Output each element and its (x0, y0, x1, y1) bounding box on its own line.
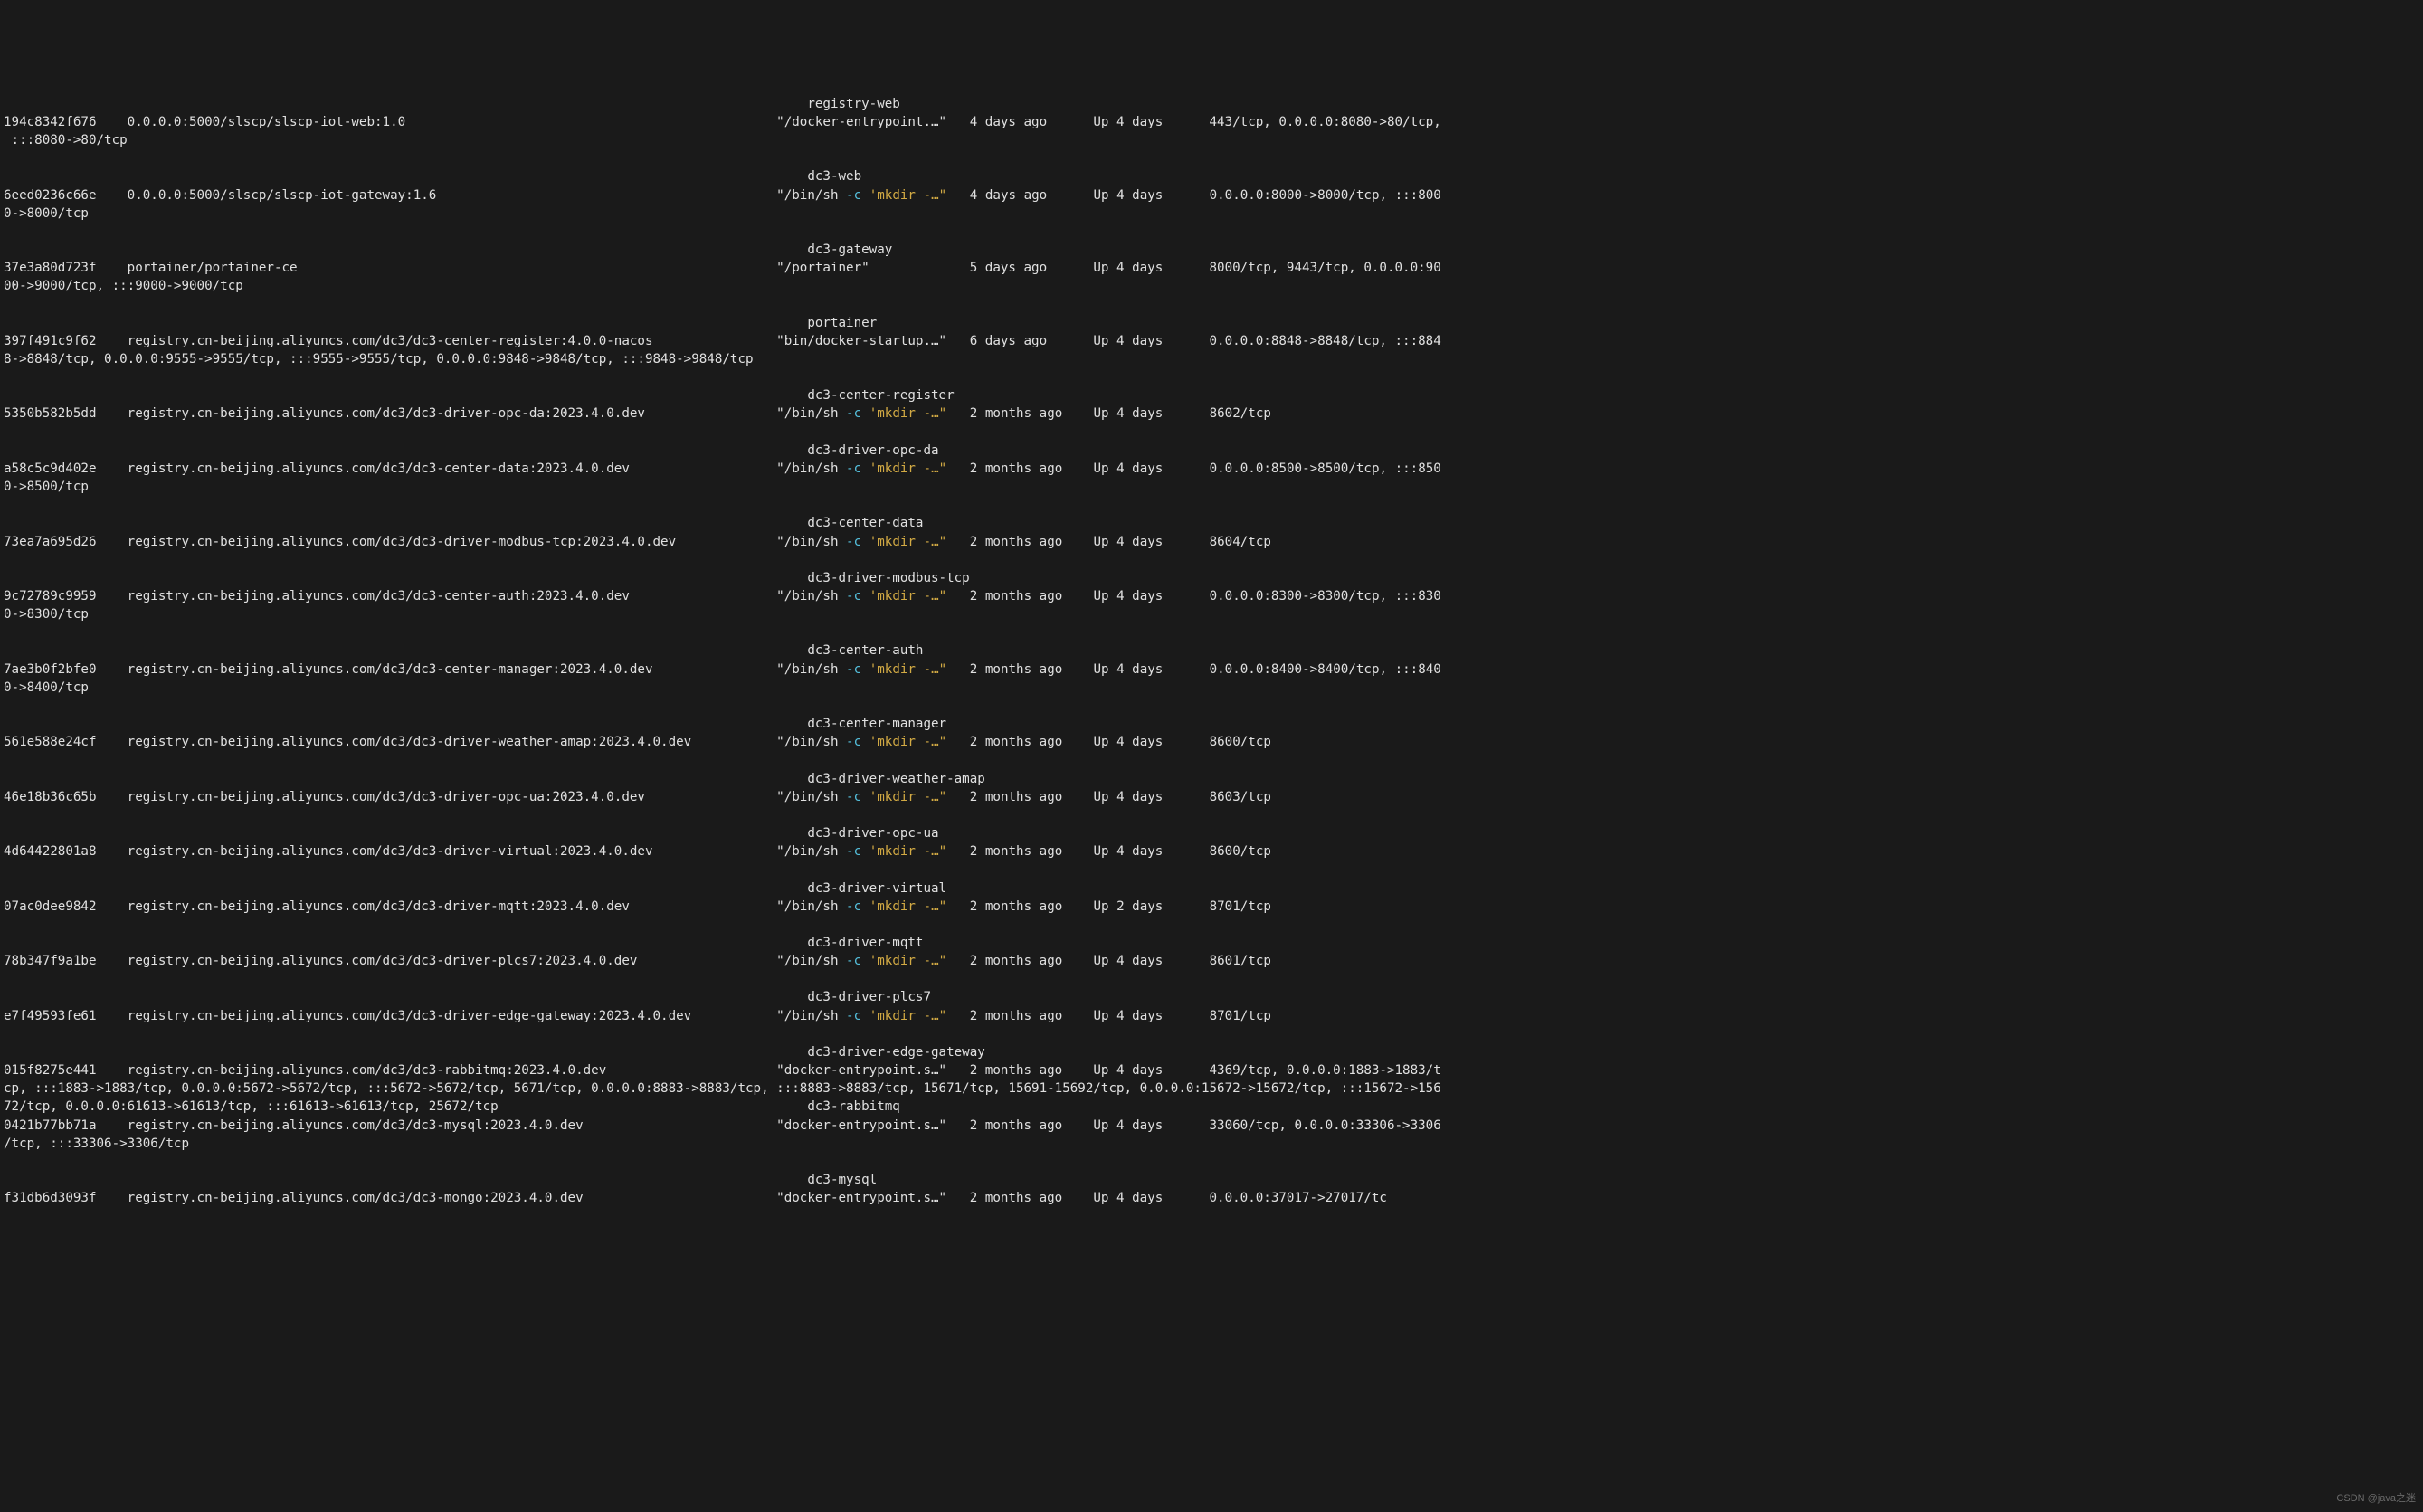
docker-ps-row: 561e588e24cf registry.cn-beijing.aliyunc… (4, 735, 1271, 749)
docker-ps-row: 37e3a80d723f portainer/portainer-ce "/po… (4, 261, 1441, 293)
container-name: dc3-web (4, 169, 861, 184)
container-name: dc3-center-data (4, 516, 923, 530)
container-name: dc3-driver-opc-ua (4, 826, 939, 841)
docker-ps-row: 9c72789c9959 registry.cn-beijing.aliyunc… (4, 589, 1441, 622)
container-name: dc3-driver-edge-gateway (4, 1045, 985, 1060)
container-name: dc3-driver-mqtt (4, 936, 923, 950)
docker-ps-row: 73ea7a695d26 registry.cn-beijing.aliyunc… (4, 535, 1271, 549)
container-name: dc3-center-auth (4, 643, 923, 658)
docker-ps-row: 78b347f9a1be registry.cn-beijing.aliyunc… (4, 954, 1271, 968)
container-name: registry-web (4, 97, 900, 111)
container-name: dc3-gateway (4, 242, 892, 257)
container-name: dc3-rabbitmq (807, 1099, 900, 1114)
docker-ps-row: 194c8342f676 0.0.0.0:5000/slscp/slscp-io… (4, 115, 1441, 147)
container-name: dc3-mysql (4, 1173, 877, 1187)
docker-ps-row: 0421b77bb71a registry.cn-beijing.aliyunc… (4, 1118, 1441, 1151)
container-name: dc3-driver-opc-da (4, 443, 939, 458)
container-name: portainer (4, 316, 877, 330)
docker-ps-row: 015f8275e441 registry.cn-beijing.aliyunc… (4, 1063, 1441, 1114)
container-name: dc3-driver-weather-amap (4, 772, 985, 786)
docker-ps-row: 46e18b36c65b registry.cn-beijing.aliyunc… (4, 790, 1271, 804)
docker-ps-row: 6eed0236c66e 0.0.0.0:5000/slscp/slscp-io… (4, 188, 1441, 221)
docker-ps-row: 7ae3b0f2bfe0 registry.cn-beijing.aliyunc… (4, 662, 1441, 695)
docker-ps-row: 5350b582b5dd registry.cn-beijing.aliyunc… (4, 406, 1271, 421)
csdn-watermark: CSDN @java之迷 (2336, 1492, 2416, 1507)
docker-ps-row: a58c5c9d402e registry.cn-beijing.aliyunc… (4, 461, 1441, 494)
docker-ps-row: 4d64422801a8 registry.cn-beijing.aliyunc… (4, 844, 1271, 859)
container-name: dc3-driver-plcs7 (4, 990, 931, 1004)
container-name: dc3-driver-virtual (4, 881, 946, 896)
container-name: dc3-center-register (4, 388, 955, 403)
docker-ps-row: e7f49593fe61 registry.cn-beijing.aliyunc… (4, 1009, 1271, 1023)
container-name: dc3-center-manager (4, 717, 946, 731)
docker-ps-row: 07ac0dee9842 registry.cn-beijing.aliyunc… (4, 899, 1271, 914)
container-name: dc3-driver-modbus-tcp (4, 571, 970, 585)
docker-ps-row: 397f491c9f62 registry.cn-beijing.aliyunc… (4, 334, 1441, 366)
terminal-output: registry-web 194c8342f676 0.0.0.0:5000/s… (0, 91, 2423, 1212)
docker-ps-row: f31db6d3093f registry.cn-beijing.aliyunc… (4, 1191, 1387, 1205)
